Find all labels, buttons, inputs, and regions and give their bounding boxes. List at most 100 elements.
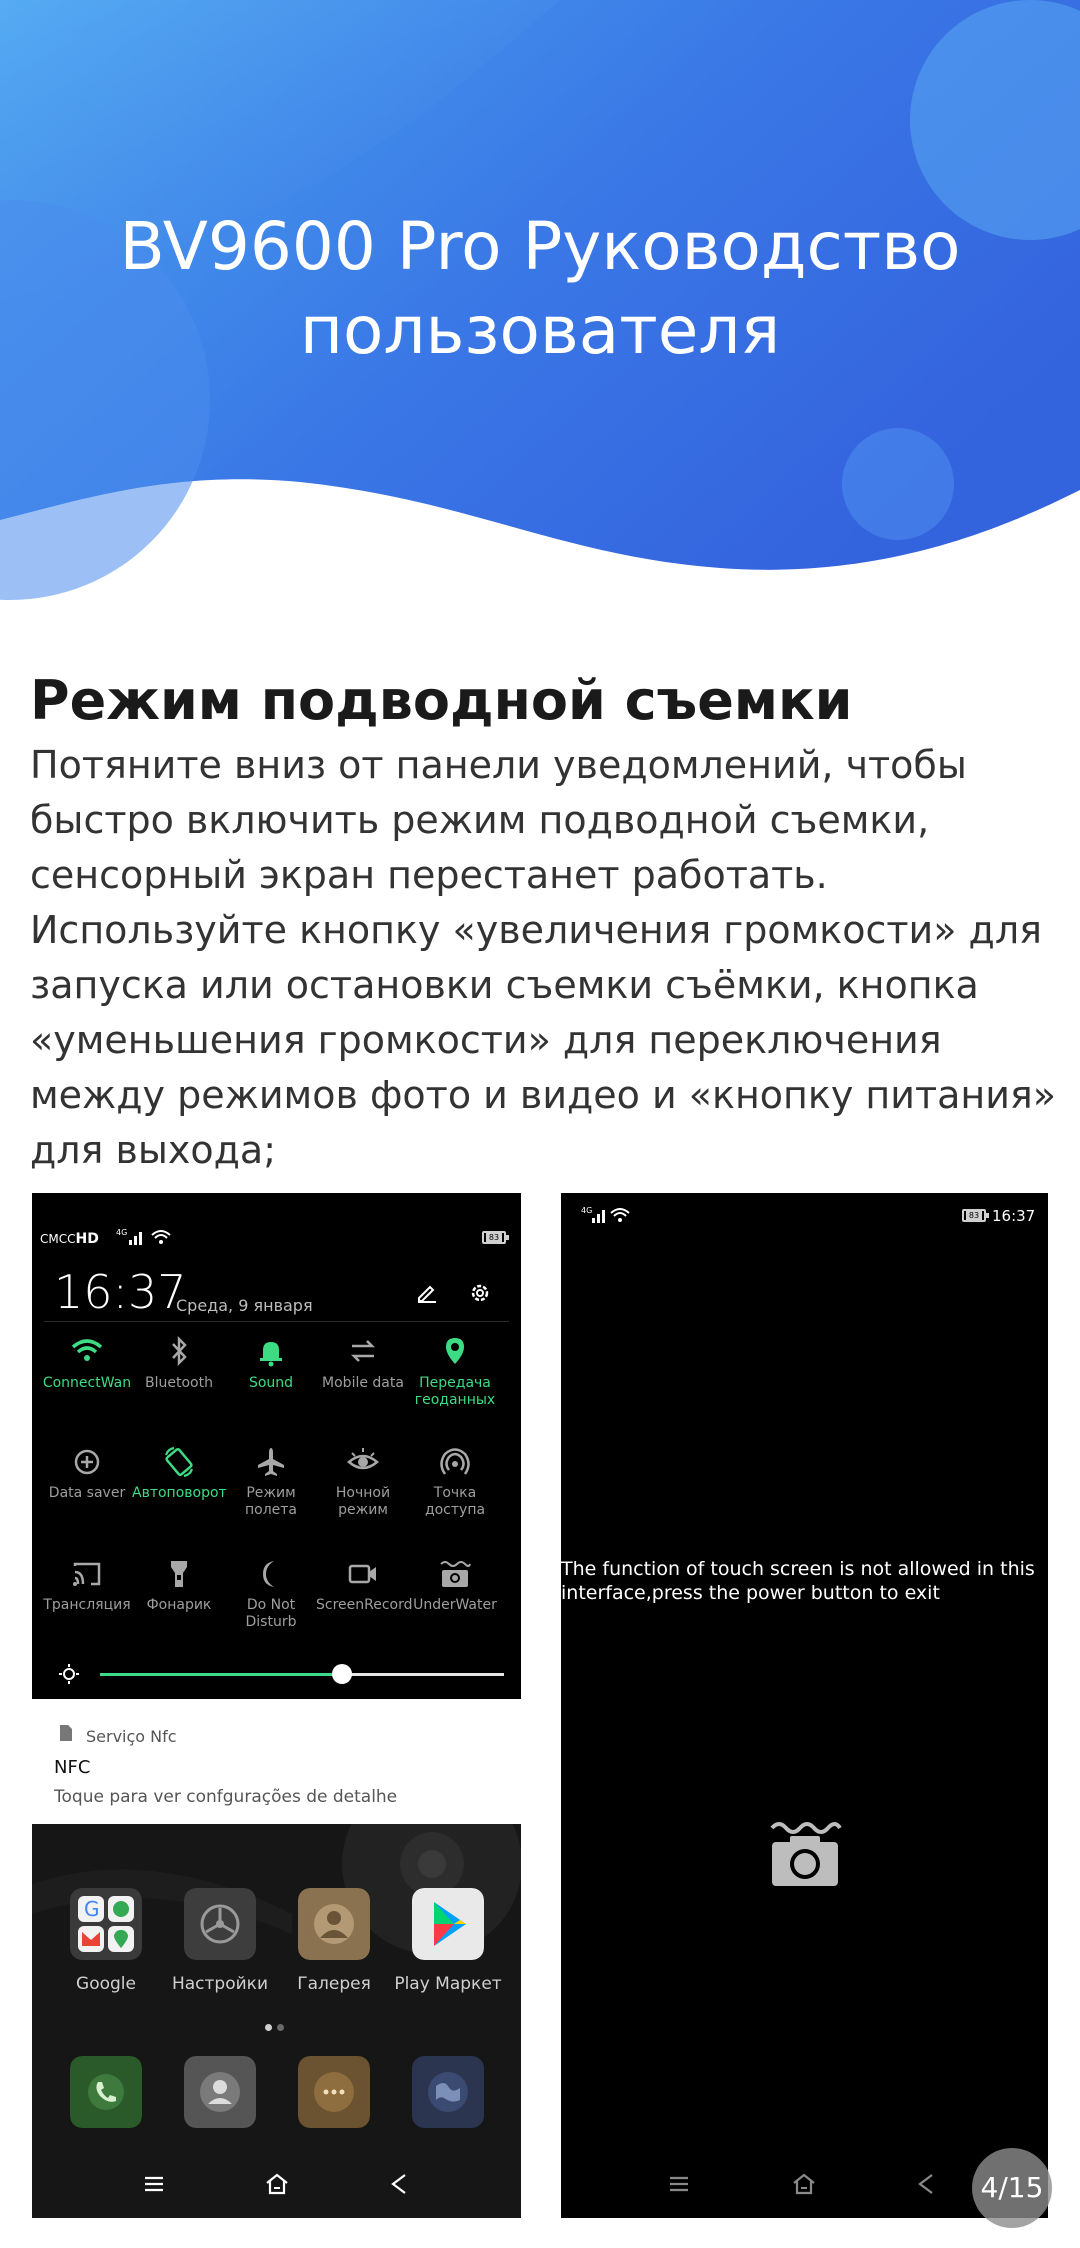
- section-body: Потяните вниз от панели уведомлений, что…: [30, 743, 1057, 1172]
- notification-subtitle: Toque para ver confgurações de detalhe: [54, 1787, 398, 1807]
- qs-tile[interactable]: Точка доступа: [408, 1445, 502, 1519]
- signal-icon: 4G: [116, 1228, 142, 1245]
- qs-tile[interactable]: Mobile data: [316, 1335, 410, 1392]
- qs-tile-label: Фонарик: [146, 1597, 212, 1613]
- messages-icon[interactable]: [298, 2056, 370, 2128]
- pencil-icon[interactable]: [416, 1281, 438, 1303]
- underwater-camera-icon: [770, 1822, 842, 1886]
- bell-icon: [260, 1342, 282, 1367]
- qs-tile-label: Data saver: [48, 1485, 126, 1501]
- flashlight-icon: [171, 1561, 187, 1587]
- notification-app: Serviço Nfc: [86, 1727, 177, 1746]
- app-label: Play Маркет: [394, 1974, 502, 1994]
- app-settings[interactable]: Настройки: [165, 1888, 275, 1994]
- section-heading: Режим подводной съемки: [30, 669, 853, 732]
- qs-clock: 16:37: [54, 1265, 187, 1319]
- qs-tile[interactable]: Sound: [224, 1335, 318, 1392]
- app-label: Галерея: [297, 1974, 371, 1994]
- app-label: Google: [76, 1974, 136, 1994]
- page-indicator: [265, 2016, 289, 2035]
- qs-tile[interactable]: Фонарик: [132, 1557, 226, 1614]
- sim-card-icon: [60, 1725, 72, 1741]
- qs-date: Среда, 9 января: [176, 1296, 313, 1315]
- gallery-app-icon: [298, 1888, 370, 1960]
- qs-tile[interactable]: Bluetooth: [132, 1335, 226, 1392]
- app-google[interactable]: G Google: [51, 1888, 161, 1994]
- page: BV9600 Pro Руководство пользователя Режи…: [0, 0, 1080, 2248]
- wifi-status-icon: [151, 1230, 171, 1244]
- brightness-slider-fill: [100, 1673, 343, 1676]
- battery-icon: 83: [482, 1231, 509, 1244]
- qs-tile-label: Передача геоданных: [414, 1375, 496, 1408]
- signal-icon: 4G: [581, 1206, 605, 1223]
- home-screen: G Google Настройки Галерея Play Маркет: [32, 1824, 521, 2218]
- qs-tile-label: Трансляция: [43, 1597, 131, 1613]
- play-store-icon: [412, 1888, 484, 1960]
- qs-tile[interactable]: ScreenRecord: [316, 1557, 413, 1614]
- phone-icon[interactable]: [70, 2056, 142, 2128]
- screenshot-underwater-mode: 4G 83 16:37 The function of touch screen…: [561, 1193, 1048, 2218]
- touch-disabled-message: The function of touch screen is not allo…: [561, 1558, 1035, 1604]
- status-bar-carrier: CMCCHD: [40, 1231, 99, 1247]
- contacts-icon[interactable]: [184, 2056, 256, 2128]
- menu-icon[interactable]: [667, 2172, 691, 2196]
- qs-tile[interactable]: ConnectWan: [40, 1335, 134, 1392]
- qs-tile[interactable]: Ночной режим: [316, 1445, 410, 1519]
- app-label: Настройки: [171, 1974, 268, 1994]
- svg-text:4G: 4G: [581, 1206, 592, 1215]
- nav-bar: [32, 2158, 521, 2218]
- qs-tile-label: ScreenRecord: [316, 1597, 413, 1613]
- wifi-icon: [71, 1339, 103, 1361]
- video-camera-icon: [348, 1564, 376, 1584]
- quick-settings-panel: CMCCHD 4G 83 16:37 Среда, 9 января Conne…: [32, 1193, 521, 1699]
- back-icon[interactable]: [388, 2172, 410, 2196]
- menu-icon[interactable]: [142, 2172, 166, 2196]
- bluetooth-icon: [172, 1335, 187, 1367]
- page-title: BV9600 Pro Руководство пользователя: [0, 205, 1080, 373]
- data-saver-icon: [74, 1449, 100, 1475]
- qs-tile-label: Sound: [248, 1375, 294, 1391]
- hero-banner: BV9600 Pro Руководство пользователя: [0, 0, 1080, 600]
- qs-tile[interactable]: Автоповорот: [132, 1445, 227, 1502]
- page-dot: [265, 2024, 272, 2031]
- brightness-slider-thumb[interactable]: [332, 1664, 353, 1684]
- moon-icon: [263, 1561, 274, 1587]
- brightness-icon: [59, 1664, 79, 1684]
- qs-tile-label: Ночной режим: [335, 1485, 391, 1518]
- airplane-icon: [258, 1448, 284, 1476]
- gear-icon[interactable]: [468, 1281, 492, 1305]
- notification-title: NFC: [54, 1757, 91, 1778]
- eye-icon: [347, 1448, 379, 1470]
- qs-tile[interactable]: Трансляция: [40, 1557, 134, 1614]
- page-dot: [277, 2024, 284, 2031]
- qs-tile-label: UnderWater: [413, 1597, 497, 1613]
- qs-tile[interactable]: UnderWater: [408, 1557, 502, 1614]
- page-title-line1: BV9600 Pro Руководство: [119, 208, 961, 285]
- home-icon[interactable]: [264, 2172, 290, 2196]
- page-counter: 4/15: [972, 2148, 1052, 2228]
- underwater-camera-icon: [440, 1561, 471, 1587]
- qs-tile-label: Точка доступа: [424, 1485, 486, 1518]
- qs-tile-label: ConnectWan: [42, 1375, 132, 1391]
- qs-tile[interactable]: Do Not Disturb: [224, 1557, 318, 1631]
- qs-tile[interactable]: Data saver: [40, 1445, 134, 1502]
- qs-tile-label: Do Not Disturb: [245, 1597, 297, 1630]
- nfc-notification[interactable]: Serviço Nfc NFC Toque para ver confguraç…: [32, 1699, 521, 1824]
- qs-tile[interactable]: Передача геоданных: [408, 1335, 502, 1409]
- browser-icon[interactable]: [412, 2056, 484, 2128]
- wifi-status-icon: [610, 1208, 630, 1222]
- qs-divider: [44, 1321, 509, 1322]
- google-folder-icon: G: [70, 1888, 142, 1960]
- svg-text:G: G: [84, 1897, 100, 1921]
- qs-tile-label: Автоповорот: [132, 1485, 227, 1501]
- app-gallery[interactable]: Галерея: [279, 1888, 389, 1994]
- app-play-store[interactable]: Play Маркет: [393, 1888, 503, 1994]
- page-title-line2: пользователя: [299, 292, 781, 369]
- location-icon: [446, 1338, 464, 1364]
- back-icon[interactable]: [915, 2172, 937, 2196]
- qs-tile[interactable]: Режим полета: [224, 1445, 318, 1519]
- home-icon[interactable]: [791, 2172, 817, 2196]
- screenshot-quick-settings: CMCCHD 4G 83 16:37 Среда, 9 января Conne…: [32, 1193, 521, 2218]
- battery-icon: 83: [962, 1209, 989, 1222]
- qs-tile-label: Mobile data: [322, 1375, 404, 1391]
